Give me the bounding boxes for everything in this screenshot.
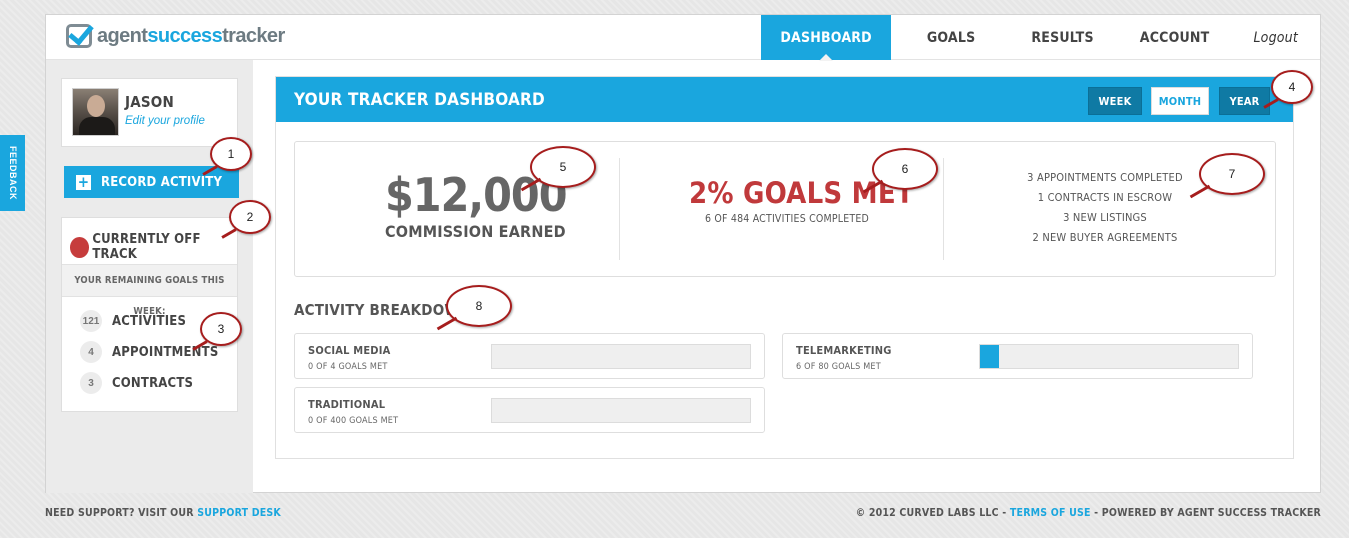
goal-row-contracts: 3 CONTRACTS: [80, 372, 193, 394]
activity-card-telemarketing: TELEMARKETING 6 OF 80 GOALS MET: [782, 333, 1253, 379]
remaining-goals-label: YOUR REMAINING GOALS THIS WEEK:: [62, 264, 237, 317]
callout-7: 7: [1199, 153, 1265, 195]
period-year-button[interactable]: YEAR: [1219, 87, 1270, 115]
summary-item: 2 NEW BUYER AGREEMENTS: [1032, 231, 1178, 244]
status-dot-icon: [70, 236, 90, 258]
summary-item: 3 APPOINTMENTS COMPLETED: [1027, 171, 1183, 184]
logo[interactable]: agentsuccesstracker: [66, 24, 285, 48]
footer-legal: © 2012 CURVED LABS LLC - TERMS OF USE - …: [856, 507, 1321, 519]
progress-bar: [491, 344, 751, 369]
edit-profile-link[interactable]: Edit your profile: [125, 115, 205, 127]
progress-bar: [491, 398, 751, 423]
callout-4: 4: [1271, 70, 1313, 104]
footer-support: NEED SUPPORT? VISIT OUR SUPPORT DESK: [45, 507, 281, 519]
callout-6: 6: [872, 148, 938, 190]
avatar[interactable]: [72, 88, 119, 136]
plus-icon: +: [76, 172, 91, 191]
activity-name: TRADITIONAL: [308, 398, 386, 411]
panel-header: YOUR TRACKER DASHBOARD WEEK MONTH YEAR: [276, 77, 1293, 122]
summary-item: 3 NEW LISTINGS: [1063, 211, 1147, 224]
goal-name: APPOINTMENTS: [112, 344, 219, 360]
goal-name: ACTIVITIES: [112, 313, 187, 329]
nav-dashboard[interactable]: DASHBOARD: [761, 15, 891, 61]
goal-count: 121: [80, 310, 102, 332]
divider: [619, 158, 620, 260]
support-text: NEED SUPPORT? VISIT OUR: [45, 507, 194, 519]
profile-name: JASON: [125, 93, 174, 111]
divider: [943, 158, 944, 260]
activity-name: TELEMARKETING: [796, 344, 892, 357]
profile-card: JASON Edit your profile: [61, 78, 238, 147]
nav-goals[interactable]: GOALS: [891, 15, 1004, 60]
goal-name: CONTRACTS: [112, 375, 194, 391]
support-desk-link[interactable]: SUPPORT DESK: [197, 507, 281, 519]
header: agentsuccesstracker DASHBOARD GOALS RESU…: [46, 15, 1320, 61]
record-activity-button[interactable]: + RECORD ACTIVITY: [64, 166, 239, 198]
main-nav: DASHBOARD GOALS RESULTS ACCOUNT Logout: [761, 15, 1320, 61]
callout-2: 2: [229, 200, 271, 234]
nav-account[interactable]: ACCOUNT: [1122, 15, 1228, 60]
checkmark-logo-icon: [66, 24, 92, 48]
activity-name: SOCIAL MEDIA: [308, 344, 391, 357]
callout-8: 8: [446, 285, 512, 327]
feedback-label: FEEDBACK: [7, 145, 18, 201]
logo-text: agentsuccesstracker: [97, 24, 285, 47]
callout-1: 1: [210, 137, 252, 171]
app-frame: agentsuccesstracker DASHBOARD GOALS RESU…: [45, 14, 1321, 493]
nav-results[interactable]: RESULTS: [1003, 15, 1121, 60]
activity-sub: 6 OF 80 GOALS MET: [796, 362, 881, 372]
feedback-tab[interactable]: FEEDBACK: [0, 135, 25, 211]
dashboard-title: YOUR TRACKER DASHBOARD: [294, 90, 545, 110]
stats-box: $12,000 COMMISSION EARNED 2% GOALS MET 6…: [294, 141, 1276, 277]
breakdown-title: ACTIVITY BREAKDOWN: [294, 301, 471, 319]
period-week-button[interactable]: WEEK: [1088, 87, 1142, 115]
commission-label: COMMISSION EARNED: [385, 222, 566, 241]
powered-text: - POWERED BY AGENT SUCCESS TRACKER: [1094, 507, 1321, 519]
progress-bar: [979, 344, 1239, 369]
sidebar: JASON Edit your profile + RECORD ACTIVIT…: [46, 60, 253, 493]
copyright-text: © 2012 CURVED LABS LLC -: [855, 507, 1007, 519]
goal-count: 3: [80, 372, 102, 394]
progress-fill: [980, 345, 1000, 368]
activity-card-social-media: SOCIAL MEDIA 0 OF 4 GOALS MET: [294, 333, 765, 379]
terms-link[interactable]: TERMS OF USE: [1010, 507, 1091, 519]
summary-list: 3 APPOINTMENTS COMPLETED 1 CONTRACTS IN …: [1015, 168, 1195, 248]
activity-card-traditional: TRADITIONAL 0 OF 400 GOALS MET: [294, 387, 765, 433]
activity-sub: 0 OF 4 GOALS MET: [308, 362, 388, 372]
callout-3: 3: [200, 312, 242, 346]
goal-row-activities: 121 ACTIVITIES: [80, 310, 186, 332]
status-label: CURRENTLY OFF TRACK: [92, 232, 201, 262]
period-month-button[interactable]: MONTH: [1151, 87, 1209, 115]
activities-completed: 6 OF 484 ACTIVITIES COMPLETED: [705, 213, 870, 225]
callout-5: 5: [530, 146, 596, 188]
track-status: CURRENTLY OFF TRACK: [70, 232, 237, 262]
activity-sub: 0 OF 400 GOALS MET: [308, 416, 399, 426]
record-activity-label: RECORD ACTIVITY: [101, 174, 223, 190]
logout-link[interactable]: Logout: [1227, 15, 1320, 60]
goal-count: 4: [80, 341, 102, 363]
summary-item: 1 CONTRACTS IN ESCROW: [1037, 191, 1173, 204]
dashboard-panel: YOUR TRACKER DASHBOARD WEEK MONTH YEAR $…: [275, 76, 1294, 459]
